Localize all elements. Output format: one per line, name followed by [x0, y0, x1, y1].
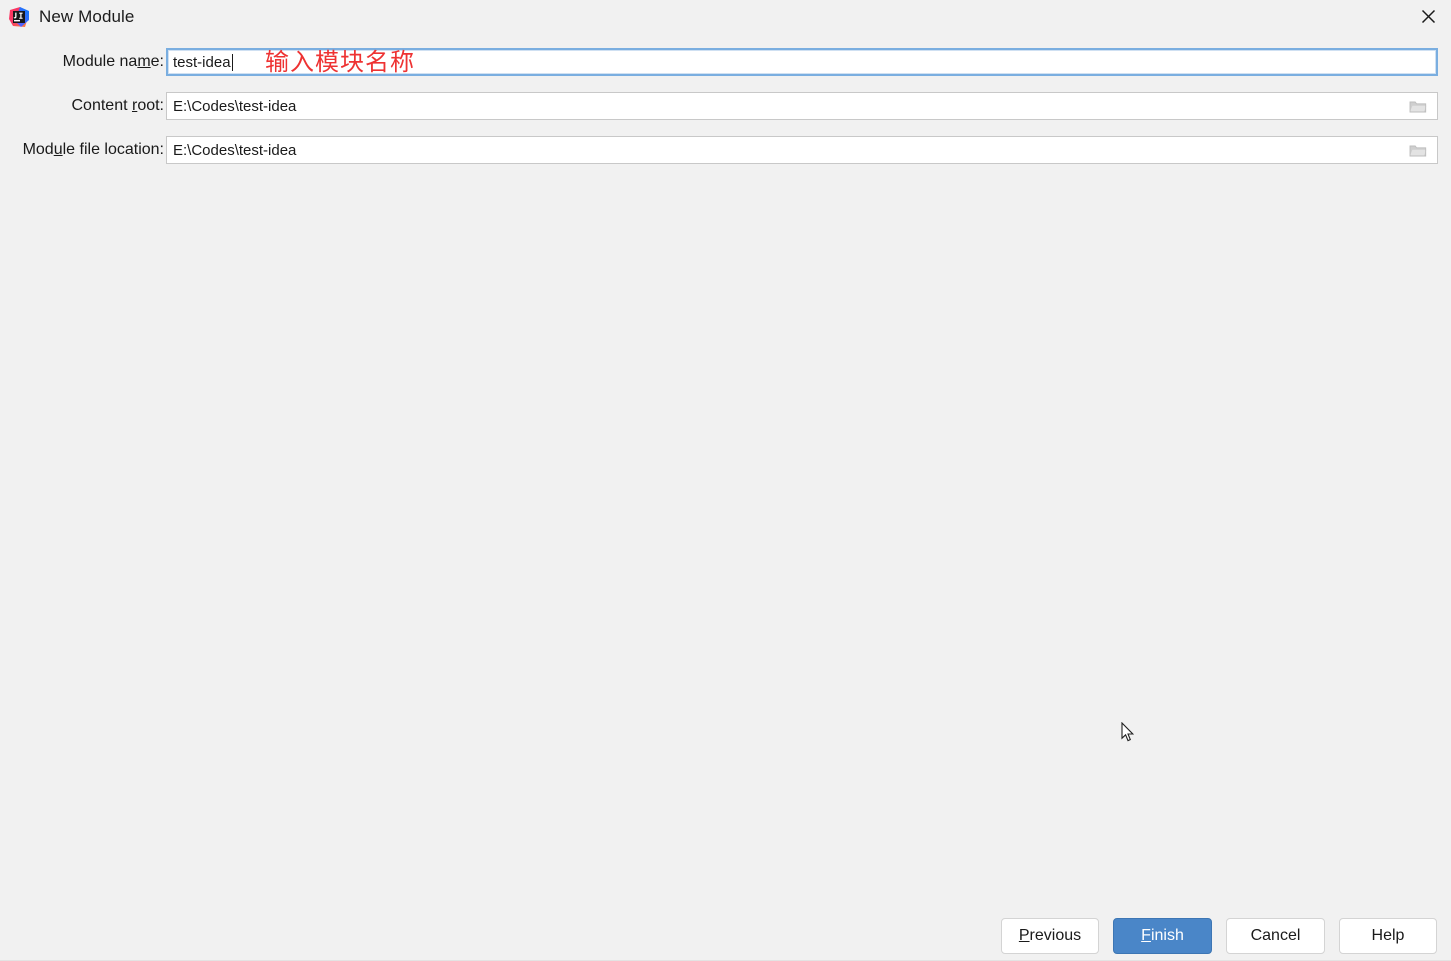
module-file-location-value: E:\Codes\test-idea [173, 141, 297, 159]
module-name-value: test-idea [173, 53, 231, 71]
help-button[interactable]: Help [1339, 918, 1437, 954]
previous-button[interactable]: Previous [1001, 918, 1099, 954]
form-row-module-name: Module name: test-idea [0, 48, 1451, 76]
form-row-content-root: Content root: E:\Codes\test-idea [0, 92, 1451, 120]
folder-icon [1409, 99, 1427, 114]
cancel-button[interactable]: Cancel [1226, 918, 1325, 954]
content-root-browse-button[interactable] [1399, 93, 1437, 119]
intellij-idea-logo-icon [9, 6, 29, 27]
form-row-module-file-location: Module file location: E:\Codes\test-idea [0, 136, 1451, 164]
arrow-pointer-cursor [1121, 721, 1135, 743]
folder-icon [1409, 143, 1427, 158]
title-bar: New Module [0, 0, 1451, 33]
module-file-location-browse-button[interactable] [1399, 137, 1437, 163]
module-file-location-label: Module file location: [22, 141, 164, 158]
finish-button[interactable]: Finish [1113, 918, 1212, 954]
dialog-button-bar: Previous Finish Cancel Help [0, 918, 1451, 954]
module-name-label: Module name: [62, 53, 164, 70]
module-name-annotation: 输入模块名称 [265, 48, 415, 76]
content-root-input[interactable]: E:\Codes\test-idea [166, 92, 1438, 120]
window-title: New Module [39, 6, 135, 26]
content-root-label: Content root: [71, 97, 165, 114]
content-root-value: E:\Codes\test-idea [173, 97, 297, 115]
module-file-location-input[interactable]: E:\Codes\test-idea [166, 136, 1438, 164]
text-caret [231, 53, 233, 71]
close-icon[interactable] [1405, 0, 1451, 33]
